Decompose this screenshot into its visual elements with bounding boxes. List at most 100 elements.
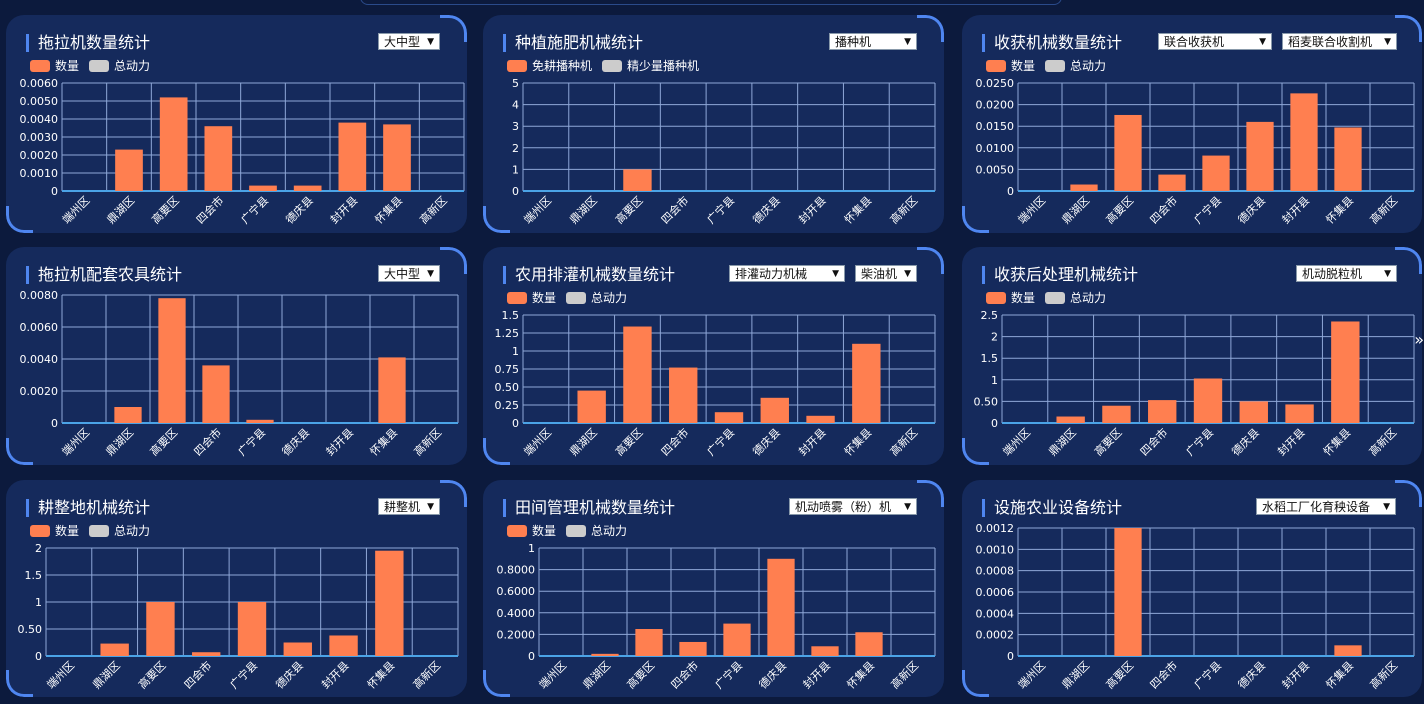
bar[interactable] bbox=[283, 642, 312, 657]
bar[interactable] bbox=[855, 632, 883, 656]
y-tick-label: 0.0200 bbox=[976, 99, 1015, 112]
bar-chart: 0 0.25 0.50 0.75 1 1.25 1.5 端州区 鼎湖区 高要区 四会市 广宁县 德庆县封… bbox=[495, 309, 936, 458]
bar[interactable] bbox=[1114, 114, 1142, 191]
x-tick-label: 高新区 bbox=[411, 425, 444, 458]
x-tick-label: 四会市 bbox=[1147, 193, 1180, 226]
x-tick-label: 封开县 bbox=[327, 193, 360, 226]
next-page-icon[interactable]: » bbox=[1414, 330, 1424, 349]
bar[interactable] bbox=[237, 602, 267, 656]
bar[interactable] bbox=[1158, 174, 1186, 191]
bar[interactable] bbox=[1102, 405, 1131, 423]
bar[interactable] bbox=[249, 185, 277, 191]
bar-chart: 0 0.2000 0.4000 0.6000 0.8000 1 端州区 鼎湖区 高要区 四会市 广宁… bbox=[497, 542, 936, 692]
x-tick-label: 高新区 bbox=[1367, 658, 1400, 691]
bar[interactable] bbox=[811, 646, 839, 656]
x-tick-label: 端州区 bbox=[521, 194, 554, 227]
x-tick-label: 四会市 bbox=[1147, 658, 1180, 691]
y-tick-label: 1.5 bbox=[981, 352, 999, 365]
y-tick-label: 2 bbox=[991, 331, 998, 344]
x-tick-label: 德庆县 bbox=[1229, 425, 1262, 458]
bar[interactable] bbox=[146, 602, 175, 656]
bar[interactable] bbox=[679, 641, 707, 656]
bar[interactable] bbox=[246, 419, 274, 423]
bar[interactable] bbox=[114, 407, 142, 423]
bar[interactable] bbox=[202, 365, 230, 423]
bar[interactable] bbox=[669, 367, 698, 423]
bar[interactable] bbox=[577, 390, 606, 423]
bar[interactable] bbox=[767, 558, 795, 656]
bar[interactable] bbox=[723, 623, 751, 656]
bar[interactable] bbox=[293, 185, 322, 191]
bar[interactable] bbox=[1334, 127, 1362, 191]
bar[interactable] bbox=[383, 124, 411, 191]
bar[interactable] bbox=[100, 643, 129, 656]
x-tick-label: 德庆县 bbox=[283, 193, 316, 226]
x-tick-label: 德庆县 bbox=[273, 658, 306, 691]
bar[interactable] bbox=[1239, 401, 1268, 423]
bar[interactable] bbox=[1202, 155, 1230, 191]
bar[interactable] bbox=[1056, 416, 1085, 423]
bar[interactable] bbox=[1285, 404, 1314, 423]
y-tick-label: 0.0040 bbox=[20, 113, 59, 126]
bar[interactable] bbox=[204, 126, 233, 191]
y-tick-label: 0.0004 bbox=[976, 607, 1015, 620]
bar[interactable] bbox=[378, 357, 406, 423]
y-tick-label: 0 bbox=[35, 650, 42, 663]
x-tick-label: 鼎湖区 bbox=[1060, 659, 1093, 692]
bar[interactable] bbox=[623, 326, 652, 423]
bar[interactable] bbox=[1290, 93, 1318, 191]
x-tick-label: 四会市 bbox=[181, 658, 214, 691]
x-tick-label: 高要区 bbox=[1091, 425, 1124, 458]
bar[interactable] bbox=[591, 653, 619, 656]
x-tick-label: 怀集县 bbox=[1323, 193, 1356, 226]
y-tick-label: 3 bbox=[512, 120, 519, 133]
x-tick-label: 端州区 bbox=[1016, 659, 1049, 692]
bar[interactable] bbox=[115, 149, 143, 191]
bar[interactable] bbox=[1114, 528, 1142, 656]
bar[interactable] bbox=[852, 343, 881, 423]
bar[interactable] bbox=[623, 169, 652, 191]
bar[interactable] bbox=[159, 97, 188, 191]
y-tick-label: 1.25 bbox=[495, 327, 520, 340]
x-tick-label: 鼎湖区 bbox=[90, 659, 123, 692]
bar[interactable] bbox=[1070, 184, 1098, 191]
y-tick-label: 1 bbox=[512, 345, 519, 358]
y-tick-label: 5 bbox=[512, 77, 519, 90]
y-tick-label: 0.0050 bbox=[20, 95, 59, 108]
bar[interactable] bbox=[1331, 321, 1360, 423]
bar[interactable] bbox=[329, 635, 358, 656]
x-tick-label: 怀集县 bbox=[367, 425, 400, 458]
bar[interactable] bbox=[635, 629, 663, 656]
x-tick-label: 广宁县 bbox=[1191, 193, 1224, 226]
y-tick-label: 1 bbox=[35, 596, 42, 609]
y-tick-label: 0.0100 bbox=[976, 142, 1015, 155]
bar[interactable] bbox=[714, 412, 744, 423]
x-tick-label: 广宁县 bbox=[235, 425, 268, 458]
x-tick-label: 高要区 bbox=[135, 658, 168, 691]
x-tick-label: 端州区 bbox=[60, 194, 93, 227]
y-tick-label: 0.75 bbox=[495, 363, 520, 376]
x-tick-label: 端州区 bbox=[537, 659, 570, 692]
bar[interactable] bbox=[760, 397, 789, 423]
x-tick-label: 高新区 bbox=[1367, 193, 1400, 226]
bar[interactable] bbox=[1193, 378, 1223, 423]
y-tick-label: 0 bbox=[512, 417, 519, 430]
bar[interactable] bbox=[192, 652, 221, 656]
y-tick-label: 0.6000 bbox=[497, 585, 536, 598]
bar[interactable] bbox=[338, 122, 367, 191]
chart-panel: 田间管理机械数量统计 机动喷雾（粉）机 ▼ 数量 总动力 0 0.2000 0.4000 0.6… bbox=[483, 480, 944, 697]
bar[interactable] bbox=[158, 298, 186, 423]
bar[interactable] bbox=[1334, 645, 1362, 656]
bar[interactable] bbox=[375, 550, 404, 656]
x-tick-label: 广宁县 bbox=[238, 193, 271, 226]
x-tick-label: 广宁县 bbox=[1191, 658, 1224, 691]
bar[interactable] bbox=[1148, 400, 1177, 423]
x-tick-label: 德庆县 bbox=[279, 425, 312, 458]
y-tick-label: 0.8000 bbox=[497, 564, 536, 577]
bar[interactable] bbox=[806, 415, 835, 423]
y-tick-label: 0 bbox=[991, 417, 998, 430]
y-tick-label: 0 bbox=[528, 650, 535, 663]
bar[interactable] bbox=[1246, 121, 1274, 191]
y-tick-label: 0 bbox=[512, 185, 519, 198]
chart-panel: 耕整地机械统计 耕整机 ▼ 数量 总动力 0 0.50 1 1.5 2 端州区 鼎湖区 高要区 四会市 广宁… bbox=[6, 480, 467, 697]
